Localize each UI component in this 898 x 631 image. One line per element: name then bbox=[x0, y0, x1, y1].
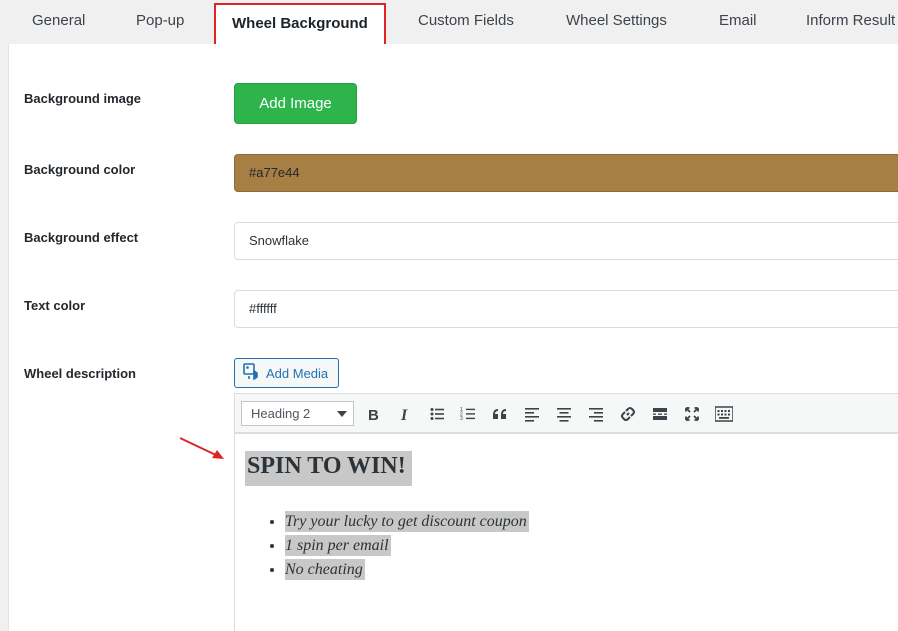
editor-heading: SPIN TO WIN! bbox=[245, 451, 412, 486]
list-item: Try your lucky to get discount coupon bbox=[285, 510, 529, 534]
list-item: No cheating bbox=[285, 558, 529, 582]
add-image-button[interactable]: Add Image bbox=[234, 83, 357, 124]
add-media-icon bbox=[243, 363, 260, 383]
text-color-label: Text color bbox=[24, 298, 86, 313]
editor-toolbar: Heading 2 B I 123 bbox=[234, 393, 898, 434]
annotation-arrow-icon bbox=[179, 437, 224, 459]
svg-text:B: B bbox=[368, 407, 379, 422]
tab-general[interactable]: General bbox=[32, 0, 85, 44]
tab-custom-fields[interactable]: Custom Fields bbox=[418, 0, 514, 44]
editor-content[interactable]: SPIN TO WIN! Try your lucky to get disco… bbox=[234, 434, 898, 631]
tab-wheel-settings[interactable]: Wheel Settings bbox=[566, 0, 667, 44]
chevron-down-icon bbox=[337, 411, 347, 417]
format-select[interactable]: Heading 2 bbox=[241, 401, 354, 426]
fullscreen-icon[interactable] bbox=[680, 402, 704, 426]
tab-wheel-background[interactable]: Wheel Background bbox=[214, 3, 386, 49]
read-more-icon[interactable] bbox=[648, 402, 672, 426]
tab-inform-result[interactable]: Inform Result bbox=[806, 0, 895, 44]
background-effect-label: Background effect bbox=[24, 230, 139, 245]
svg-text:I: I bbox=[400, 407, 408, 422]
add-media-label: Add Media bbox=[266, 365, 329, 381]
numbered-list-icon[interactable]: 123 bbox=[456, 402, 480, 426]
wheel-description-label: Wheel description bbox=[24, 366, 136, 381]
link-icon[interactable] bbox=[616, 402, 640, 426]
toolbar-toggle-icon[interactable] bbox=[712, 402, 736, 426]
align-right-icon[interactable] bbox=[584, 402, 608, 426]
background-image-label: Background image bbox=[24, 91, 142, 106]
background-effect-select[interactable]: Snowflake bbox=[234, 222, 898, 260]
format-select-value: Heading 2 bbox=[251, 406, 311, 421]
editor-list: Try your lucky to get discount coupon 1 … bbox=[285, 510, 529, 582]
tab-pop-up[interactable]: Pop-up bbox=[136, 0, 184, 44]
tab-email[interactable]: Email bbox=[719, 0, 757, 44]
bullet-list-icon[interactable] bbox=[425, 402, 449, 426]
add-media-button[interactable]: Add Media bbox=[234, 358, 339, 388]
align-center-icon[interactable] bbox=[552, 402, 576, 426]
text-color-input[interactable]: #ffffff bbox=[234, 290, 898, 328]
svg-text:3: 3 bbox=[460, 416, 463, 422]
blockquote-icon[interactable] bbox=[488, 402, 512, 426]
settings-tabs: General Pop-up Wheel Background Custom F… bbox=[0, 0, 898, 49]
bold-icon[interactable]: B bbox=[361, 402, 385, 426]
list-item: 1 spin per email bbox=[285, 534, 529, 558]
align-left-icon[interactable] bbox=[520, 402, 544, 426]
italic-icon[interactable]: I bbox=[393, 402, 417, 426]
background-color-input[interactable]: #a77e44 bbox=[234, 154, 898, 192]
background-color-label: Background color bbox=[24, 162, 136, 177]
